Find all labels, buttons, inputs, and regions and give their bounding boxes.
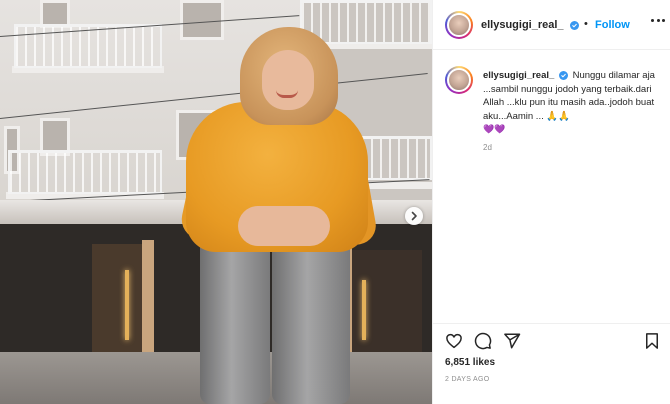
post-sidebar: ellysugigi_real_ • Follow ellysugigi_rea… [432,0,670,404]
likes-count[interactable]: 6,851 likes [445,357,495,368]
avatar[interactable] [445,11,473,39]
caption-timestamp[interactable]: 2d [483,143,492,152]
caption-emoji: 🙏🙏 [546,110,571,122]
balcony-railing [360,136,432,180]
header-username[interactable]: ellysugigi_real_ [481,19,564,31]
pillar [142,240,154,352]
balcony-railing [8,150,162,194]
wall-lamp [362,280,366,340]
caption-username[interactable]: ellysugigi_real_ [483,70,554,81]
chevron-right-icon [411,211,417,221]
bookmark-icon[interactable] [643,332,661,350]
header-separator: • [584,18,588,30]
person-face [262,50,314,110]
next-photo-button[interactable] [405,207,423,225]
comment-icon[interactable] [474,332,492,350]
post-header: ellysugigi_real_ • Follow [433,0,670,50]
caption-hearts: 💜💜 [483,124,506,134]
more-options-icon[interactable] [651,19,665,25]
person-jeans [200,232,350,404]
person-hands [238,206,330,246]
verified-badge-icon [570,21,579,30]
actions-divider [433,323,670,324]
post-date[interactable]: 2 DAYS AGO [445,376,490,383]
post-photo[interactable] [0,0,432,404]
wooden-door [92,244,142,352]
caption-avatar[interactable] [445,66,473,94]
heart-icon[interactable] [445,332,463,350]
verified-badge-icon [558,71,568,80]
caption: ellysugigi_real_ Nunggu dilamar aja ...s… [483,69,663,137]
follow-button[interactable]: Follow [595,19,630,31]
paper-plane-icon[interactable] [503,332,521,350]
wall-lamp [125,270,129,340]
